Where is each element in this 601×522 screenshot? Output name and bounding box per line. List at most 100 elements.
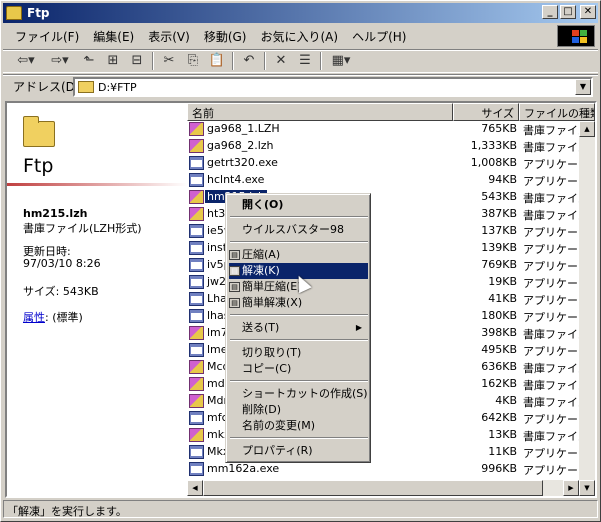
menu-go[interactable]: 移動(G) xyxy=(197,28,254,45)
toolbar-separator xyxy=(152,52,154,70)
table-row[interactable]: getrt320.exe1,008KBアプリケーション xyxy=(187,155,595,172)
modified-value: 97/03/10 8:26 xyxy=(23,257,101,270)
menu-cut[interactable]: 切り取り(T) xyxy=(229,345,368,361)
column-header: 名前 サイズ ファイルの種類 xyxy=(187,103,595,121)
up-folder-icon[interactable]: ⬑ xyxy=(79,52,99,70)
chevron-down-icon[interactable]: ▼ xyxy=(575,79,591,95)
menu-send-to[interactable]: 送る(T) ▶ xyxy=(229,320,368,336)
forward-icon[interactable]: ⇨▾ xyxy=(45,52,75,70)
scroll-up-icon[interactable]: ▲ xyxy=(579,121,595,137)
menu-easy-extract-label: 簡単解凍(X) xyxy=(242,296,303,309)
application-icon xyxy=(189,258,204,272)
folder-icon xyxy=(23,116,55,147)
file-name: mm162a.exe xyxy=(207,462,280,475)
menu-separator xyxy=(230,241,368,243)
paste-icon[interactable]: 📋 xyxy=(207,52,227,70)
status-text: 「解凍」を実行します。 xyxy=(3,500,598,518)
delete-icon[interactable]: ✕ xyxy=(271,52,291,70)
file-size: 636KB xyxy=(481,360,517,373)
address-input[interactable]: D:¥FTP ▼ xyxy=(73,77,593,97)
archive-file-icon xyxy=(189,207,204,221)
menu-extract-label: 解凍(K) xyxy=(242,264,280,277)
scroll-down-icon[interactable]: ▼ xyxy=(579,480,595,496)
archive-file-icon xyxy=(189,139,204,153)
menu-view[interactable]: 表示(V) xyxy=(141,28,197,45)
archive-file-icon xyxy=(189,394,204,408)
submenu-arrow-icon: ▶ xyxy=(355,323,362,332)
menu-file[interactable]: ファイル(F) xyxy=(3,28,86,45)
menu-send-to-label: 送る(T) xyxy=(242,321,280,334)
file-size: 19KB xyxy=(488,275,517,288)
menu-copy[interactable]: コピー(C) xyxy=(229,361,368,377)
minimize-button[interactable]: _ xyxy=(542,5,558,19)
menu-virus-scan[interactable]: ウイルスバスター98 xyxy=(229,222,368,238)
table-row[interactable]: hclnt4.exe94KBアプリケーション xyxy=(187,172,595,189)
application-icon xyxy=(189,292,204,306)
menu-edit[interactable]: 編集(E) xyxy=(86,28,141,45)
file-size: 4KB xyxy=(495,394,517,407)
maximize-button[interactable]: □ xyxy=(560,5,576,19)
scroll-right-icon[interactable]: ▶ xyxy=(563,480,579,496)
file-name: getrt320.exe xyxy=(207,156,278,169)
file-size: 765KB xyxy=(481,122,517,135)
horizontal-scrollbar[interactable]: ◀ ▶ xyxy=(187,480,579,496)
column-name[interactable]: 名前 xyxy=(187,103,453,121)
menu-compress[interactable]: ▤ 圧縮(A) xyxy=(229,247,368,263)
menu-favorites[interactable]: お気に入り(A) xyxy=(253,28,345,45)
disconnect-drive-icon[interactable]: ⊟ xyxy=(127,52,147,70)
file-size: 94KB xyxy=(488,173,517,186)
views-icon[interactable]: ▦▾ xyxy=(327,52,355,70)
archive-file-icon xyxy=(189,190,204,204)
menu-open[interactable]: 開く(O) xyxy=(229,197,368,213)
map-drive-icon[interactable]: ⊞ xyxy=(103,52,123,70)
menu-create-shortcut[interactable]: ショートカットの作成(S) xyxy=(229,386,368,402)
address-value: D:¥FTP xyxy=(98,80,137,94)
window-title: Ftp xyxy=(27,6,50,20)
status-bar: 「解凍」を実行します。 xyxy=(3,500,598,520)
menu-help[interactable]: ヘルプ(H) xyxy=(345,28,413,45)
selected-filename: hm215.lzh xyxy=(23,207,88,220)
folder-icon xyxy=(6,6,22,20)
back-icon[interactable]: ⇦▾ xyxy=(11,52,41,70)
archiver-icon: ▤ xyxy=(229,266,240,276)
menu-separator xyxy=(230,216,368,218)
menu-separator xyxy=(230,339,368,341)
column-type[interactable]: ファイルの種類 xyxy=(519,103,595,121)
toolbar-separator xyxy=(264,52,266,70)
menu-delete[interactable]: 削除(D) xyxy=(229,402,368,418)
menu-bar: ファイル(F) 編集(E) 表示(V) 移動(G) お気に入り(A) ヘルプ(H… xyxy=(3,25,598,47)
folder-title: Ftp xyxy=(23,155,54,177)
application-icon xyxy=(189,445,204,459)
archive-file-icon xyxy=(189,428,204,442)
scroll-thumb[interactable] xyxy=(203,480,543,496)
cut-icon[interactable]: ✂ xyxy=(159,52,179,70)
attributes-link[interactable]: 属性 xyxy=(23,311,45,324)
undo-icon[interactable]: ↶ xyxy=(239,52,259,70)
vertical-scrollbar[interactable]: ▲ ▼ xyxy=(579,121,595,496)
properties-icon[interactable]: ☰ xyxy=(295,52,315,70)
menu-rename[interactable]: 名前の変更(M) xyxy=(229,418,368,434)
file-size: 180KB xyxy=(481,309,517,322)
column-size[interactable]: サイズ xyxy=(453,103,519,121)
file-size: 1,333KB xyxy=(470,139,517,152)
archive-file-icon xyxy=(189,326,204,340)
menu-properties[interactable]: プロパティ(R) xyxy=(229,443,368,459)
attributes-line: 属性: (標準) xyxy=(23,309,83,325)
windows-logo-icon xyxy=(557,25,595,47)
selected-filetype: 書庫ファイル(LZH形式) xyxy=(23,222,142,235)
copy-icon[interactable]: ⎘ xyxy=(183,52,203,70)
divider xyxy=(7,183,187,186)
toolbar-separator xyxy=(320,52,322,70)
application-icon xyxy=(189,343,204,357)
table-row[interactable]: ga968_1.LZH 765KB 書庫ファイル xyxy=(187,121,589,138)
menu-easy-extract[interactable]: ▤ 簡単解凍(X) xyxy=(229,295,368,311)
file-size: 41KB xyxy=(488,292,517,305)
title-bar[interactable]: Ftp _ □ ✕ xyxy=(3,3,598,23)
table-row[interactable]: ga968_2.lzh 1,333KB 書庫ファイル xyxy=(187,138,589,155)
table-row[interactable]: mm162a.exe996KBアプリケーション xyxy=(187,461,595,478)
scroll-left-icon[interactable]: ◀ xyxy=(187,480,203,496)
attributes-value: : (標準) xyxy=(45,311,83,324)
close-button[interactable]: ✕ xyxy=(580,5,596,19)
file-size: 137KB xyxy=(481,224,517,237)
application-icon xyxy=(189,224,204,238)
